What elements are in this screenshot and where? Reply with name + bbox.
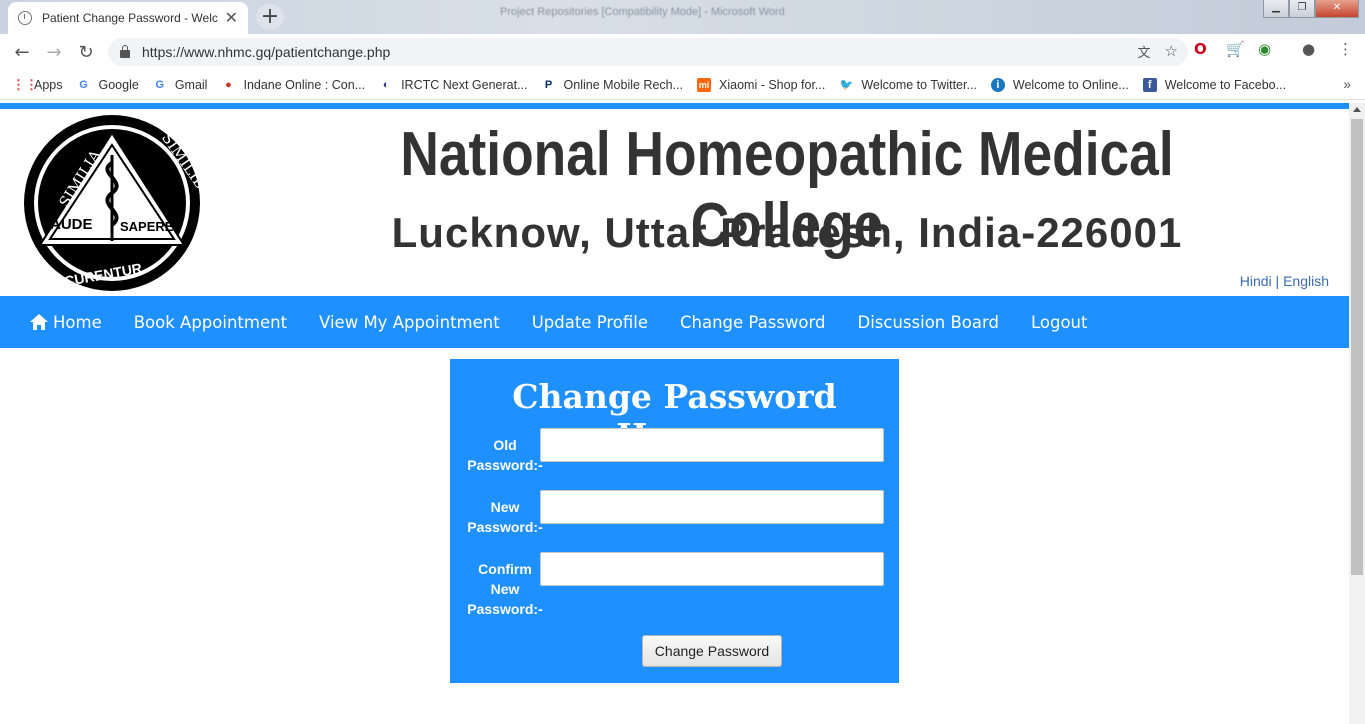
bookmark-paytm[interactable]: P Online Mobile Rech...: [542, 78, 683, 92]
bookmark-star-icon[interactable]: ☆: [1165, 42, 1178, 61]
extension-globe-icon[interactable]: ◉: [1258, 40, 1271, 58]
indane-icon: ●: [225, 78, 232, 91]
nav-view-appointment[interactable]: View My Appointment: [319, 313, 500, 332]
mi-icon: mi: [697, 77, 712, 92]
change-password-form: Change Password Here:- Old Password:- Ne…: [450, 359, 899, 683]
paytm-icon: P: [544, 78, 553, 91]
tab-title: Patient Change Password - Welc: [42, 11, 218, 25]
translate-icon[interactable]: 文: [1138, 42, 1151, 61]
main-navbar: Home Book Appointment View My Appointmen…: [0, 296, 1349, 348]
reload-icon[interactable]: ↻: [70, 42, 102, 63]
cart-icon[interactable]: 🛒: [1226, 40, 1245, 58]
profile-icon[interactable]: ●: [1302, 40, 1315, 58]
url-text: https://www.nhmc.gq/patientchange.php: [142, 44, 391, 60]
window-title: Project Repositories [Compatibility Mode…: [500, 6, 785, 18]
close-window-icon[interactable]: ✕: [1315, 0, 1359, 18]
scroll-thumb[interactable]: [1351, 119, 1363, 575]
menu-icon[interactable]: ⋮: [1338, 40, 1353, 58]
nav-update-profile[interactable]: Update Profile: [532, 313, 648, 332]
bookmark-indane[interactable]: ● Indane Online : Con...: [221, 78, 365, 92]
browser-toolbar: ← → ↻ https://www.nhmc.gq/patientchange.…: [0, 34, 1365, 70]
bookmark-irctc[interactable]: ◐ IRCTC Next Generat...: [379, 78, 528, 92]
nav-discussion-board[interactable]: Discussion Board: [858, 313, 999, 332]
irctc-icon: ◐: [382, 78, 390, 91]
bookmark-google[interactable]: G Google: [77, 78, 139, 92]
old-password-field[interactable]: [540, 428, 884, 462]
opera-icon[interactable]: O: [1194, 40, 1207, 58]
hindi-link[interactable]: Hindi: [1240, 273, 1272, 289]
browser-tabstrip: Patient Change Password - Welc ✕ + Proje…: [0, 0, 1365, 34]
forward-icon[interactable]: →: [38, 42, 70, 63]
new-tab-button[interactable]: +: [256, 4, 284, 30]
site-header: SIMILIA SIMILIBUS AUDE SAPERE CURENTUR N…: [0, 109, 1349, 296]
bookmark-apps[interactable]: ⋮⋮ Apps: [12, 76, 63, 92]
apps-grid-icon: ⋮⋮: [12, 76, 38, 92]
scroll-up-icon[interactable]: [1353, 107, 1361, 112]
bookmark-xiaomi[interactable]: mi Xiaomi - Shop for...: [697, 77, 825, 92]
language-switcher: Hindi | English: [1240, 273, 1329, 289]
english-link[interactable]: English: [1283, 273, 1329, 289]
nav-logout[interactable]: Logout: [1031, 313, 1088, 332]
confirm-password-field[interactable]: [540, 552, 884, 586]
back-icon[interactable]: ←: [6, 42, 38, 63]
sbi-icon: i: [990, 77, 1005, 92]
address-bar[interactable]: https://www.nhmc.gq/patientchange.php 文 …: [108, 38, 1188, 66]
bookmarks-bar: ⋮⋮ Apps G Google G Gmail ● Indane Online…: [0, 70, 1365, 100]
lang-separator: |: [1275, 273, 1280, 289]
bookmark-twitter[interactable]: 🐦 Welcome to Twitter...: [839, 78, 976, 92]
nav-book-appointment[interactable]: Book Appointment: [134, 313, 287, 332]
old-password-label: Old Password:-: [467, 437, 543, 473]
google-icon: G: [79, 78, 88, 91]
confirm-password-label: Confirm New Password:-: [467, 561, 543, 617]
globe-icon: [18, 11, 32, 25]
new-password-label: New Password:-: [467, 499, 543, 535]
page-viewport: SIMILIA SIMILIBUS AUDE SAPERE CURENTUR N…: [0, 103, 1349, 724]
home-icon: [30, 314, 48, 330]
page-scrollbar[interactable]: [1349, 103, 1365, 724]
change-password-button[interactable]: Change Password: [642, 635, 782, 667]
more-bookmarks-icon[interactable]: »: [1343, 76, 1351, 92]
close-tab-icon[interactable]: ✕: [225, 8, 238, 28]
google-icon: G: [155, 78, 165, 91]
twitter-icon: 🐦: [839, 78, 854, 91]
bookmark-sbi[interactable]: i Welcome to Online...: [990, 77, 1129, 92]
restore-icon[interactable]: ❐: [1289, 0, 1315, 18]
nav-home[interactable]: Home: [30, 313, 102, 332]
facebook-icon: f: [1142, 77, 1157, 92]
nav-change-password[interactable]: Change Password: [680, 313, 826, 332]
browser-tab[interactable]: Patient Change Password - Welc ✕: [8, 2, 248, 34]
window-controls: ▁ ❐ ✕: [1263, 0, 1359, 18]
bookmark-gmail[interactable]: G Gmail: [153, 78, 208, 92]
college-address: Lucknow, Uttar Pradesh, India-226001: [391, 209, 1183, 256]
new-password-field[interactable]: [540, 490, 884, 524]
lock-icon: [120, 45, 130, 58]
bookmark-facebook[interactable]: f Welcome to Facebo...: [1142, 77, 1286, 92]
minimize-icon[interactable]: ▁: [1263, 0, 1289, 18]
